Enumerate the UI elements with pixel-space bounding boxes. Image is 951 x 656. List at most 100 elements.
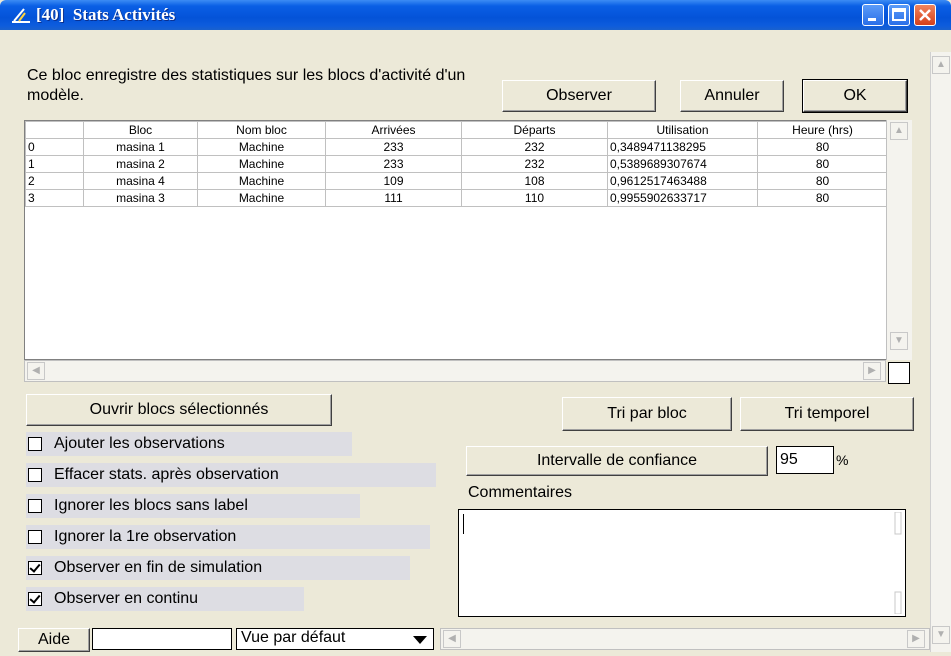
option-checkbox[interactable]: Observer en continu — [26, 587, 304, 611]
stats-table-container[interactable]: Bloc Nom bloc Arrivées Départs Utilisation He… — [24, 120, 912, 360]
table-cell: 233 — [325, 155, 462, 173]
column-header[interactable]: Heure (hrs) — [757, 121, 888, 139]
help-button[interactable]: Aide — [18, 628, 90, 652]
table-cell: 80 — [757, 172, 888, 190]
window-title: [40] Stats Activités — [36, 5, 176, 24]
table-cell: Machine — [197, 172, 326, 190]
table-cell: 109 — [325, 172, 462, 190]
stats-activites-window: [40] Stats Activités Ce bloc enregistre … — [0, 0, 951, 656]
table-cell: 232 — [461, 155, 608, 173]
table-cell: 80 — [757, 138, 888, 156]
table-cell: masina 4 — [83, 172, 198, 190]
scroll-down-icon[interactable]: ▼ — [932, 626, 950, 644]
confidence-value-input[interactable]: 95 — [776, 446, 834, 474]
minimize-button[interactable] — [862, 4, 884, 26]
table-row[interactable]: 1 masina 2 Machine 233 232 0,5389689307674 80 — [25, 155, 888, 173]
checkbox-unchecked-icon[interactable] — [28, 499, 42, 513]
table-cell: Machine — [197, 189, 326, 207]
description-text: Ce bloc enregistre des statistiques sur … — [27, 67, 466, 104]
comments-label: Commentaires — [468, 484, 573, 501]
open-selected-blocks-button[interactable]: Ouvrir blocs sélectionnés — [26, 394, 332, 426]
option-label: Ignorer la 1re observation — [54, 528, 237, 545]
column-header[interactable] — [25, 121, 84, 139]
window-vertical-scrollbar[interactable]: ▲ ▼ — [930, 52, 951, 652]
scroll-right-icon[interactable]: ▶ — [907, 630, 925, 648]
checkbox-unchecked-icon[interactable] — [28, 468, 42, 482]
column-header[interactable]: Bloc — [83, 121, 198, 139]
table-cell: masina 2 — [83, 155, 198, 173]
block-icon — [12, 8, 30, 23]
scroll-right-icon[interactable]: ▶ — [863, 362, 881, 380]
table-cell: masina 1 — [83, 138, 198, 156]
view-select[interactable]: Vue par défaut — [236, 628, 434, 650]
table-row[interactable]: 0 masina 1 Machine 233 232 0,3489471138295 80 — [25, 138, 888, 156]
table-cell: 232 — [461, 138, 608, 156]
dropdown-arrow-icon — [413, 636, 427, 644]
close-button[interactable] — [914, 4, 936, 26]
scroll-corner — [888, 362, 910, 384]
table-horizontal-scrollbar[interactable]: ◀ ▶ — [24, 360, 886, 382]
table-cell: 108 — [461, 172, 608, 190]
option-checkbox[interactable]: Ignorer les blocs sans label — [26, 494, 360, 518]
table-cell: 0,9955902633717 — [607, 189, 758, 207]
comments-textarea[interactable] — [458, 509, 906, 617]
scroll-left-icon[interactable]: ◀ — [443, 630, 461, 648]
sort-by-block-button[interactable]: Tri par bloc — [562, 397, 732, 431]
status-horizontal-scrollbar[interactable]: ◀ ▶ — [440, 628, 930, 650]
column-header[interactable]: Nom bloc — [197, 121, 326, 139]
checkbox-checked-icon[interactable] — [28, 561, 42, 575]
column-header[interactable]: Utilisation — [607, 121, 758, 139]
maximize-button[interactable] — [888, 4, 910, 26]
table-row[interactable]: 3 masina 3 Machine 111 110 0,9955902633717 80 — [25, 189, 888, 207]
table-cell: Machine — [197, 138, 326, 156]
table-cell: 0,5389689307674 — [607, 155, 758, 173]
cancel-button[interactable]: Annuler — [680, 80, 784, 112]
table-row[interactable]: 2 masina 4 Machine 109 108 0,9612517463488 80 — [25, 172, 888, 190]
table-cell: Machine — [197, 155, 326, 173]
option-label: Observer en fin de simulation — [54, 559, 263, 576]
status-field[interactable] — [92, 628, 232, 650]
table-cell: 3 — [25, 189, 84, 207]
option-checkbox[interactable]: Ajouter les observations — [26, 432, 352, 456]
option-label: Observer en continu — [54, 590, 199, 607]
option-checkbox[interactable]: Ignorer la 1re observation — [26, 525, 430, 549]
sort-by-time-button[interactable]: Tri temporel — [740, 397, 914, 431]
option-label: Effacer stats. après observation — [54, 466, 279, 483]
title-bar[interactable]: [40] Stats Activités — [0, 0, 951, 30]
table-cell: masina 3 — [83, 189, 198, 207]
column-header[interactable]: Arrivées — [325, 121, 462, 139]
stats-table: Bloc Nom bloc Arrivées Départs Utilisation He… — [25, 121, 888, 207]
option-checkbox[interactable]: Observer en fin de simulation — [26, 556, 410, 580]
table-header-row: Bloc Nom bloc Arrivées Départs Utilisation He… — [25, 121, 888, 139]
maximize-icon — [892, 8, 906, 21]
checkbox-checked-icon[interactable] — [28, 592, 42, 606]
percent-label: % — [836, 452, 849, 468]
scroll-left-icon[interactable]: ◀ — [27, 362, 45, 380]
scroll-up-icon[interactable]: ▲ — [932, 56, 950, 74]
ok-button[interactable]: OK — [802, 79, 908, 113]
checkbox-unchecked-icon[interactable] — [28, 437, 42, 451]
table-cell: 80 — [757, 189, 888, 207]
table-cell: 110 — [461, 189, 608, 207]
table-cell: 80 — [757, 155, 888, 173]
table-vertical-scrollbar[interactable]: ▲ ▼ — [886, 120, 912, 360]
close-icon — [919, 9, 931, 21]
comments-scrollbar[interactable] — [893, 512, 903, 614]
option-label: Ignorer les blocs sans label — [54, 497, 248, 514]
option-checkbox[interactable]: Effacer stats. après observation — [26, 463, 436, 487]
column-header[interactable]: Départs — [461, 121, 608, 139]
scroll-down-icon[interactable]: ▼ — [890, 332, 908, 350]
table-cell: 0,3489471138295 — [607, 138, 758, 156]
scroll-up-icon[interactable]: ▲ — [890, 122, 908, 140]
confidence-interval-button[interactable]: Intervalle de confiance — [466, 446, 768, 476]
checkbox-unchecked-icon[interactable] — [28, 530, 42, 544]
observe-button[interactable]: Observer — [502, 80, 656, 112]
table-cell: 233 — [325, 138, 462, 156]
table-cell: 0,9612517463488 — [607, 172, 758, 190]
table-cell: 1 — [25, 155, 84, 173]
table-cell: 111 — [325, 189, 462, 207]
minimize-icon — [868, 18, 876, 21]
table-cell: 2 — [25, 172, 84, 190]
table-cell: 0 — [25, 138, 84, 156]
text-caret — [463, 514, 464, 534]
